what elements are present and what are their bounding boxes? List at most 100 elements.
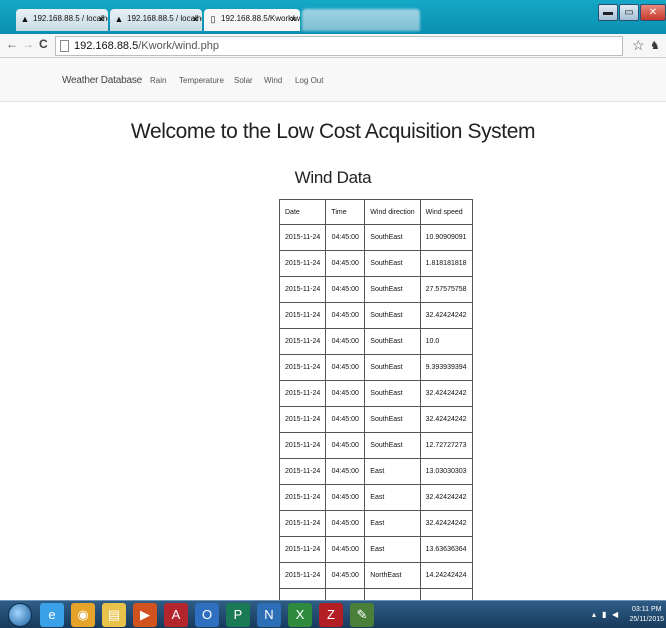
cell-date: 2015-11-24 [278, 458, 327, 485]
cell-time: 04:45:00 [325, 224, 366, 251]
cell-wind-speed: 9.393939394 [419, 354, 473, 381]
bookmark-star-icon[interactable]: ☆ [632, 37, 645, 54]
browser-toolbar: ← → C 192.168.88.5/Kwork/wind.php [0, 34, 666, 58]
cell-wind-direction: East [364, 510, 421, 537]
site-navbar: Weather Database Rain Temperature Solar … [0, 58, 666, 102]
table-body: 2015-11-24 04:45:00 SouthEast 10.90909091 20… [278, 224, 473, 600]
table-row: 2015-11-24 04:45:00 SouthEast 32.42424242 [278, 406, 473, 433]
cell-wind-direction: SouthEast [364, 224, 421, 251]
cell-wind-speed: 1.818181818 [419, 250, 473, 277]
cell-wind-speed: 32.42424242 [419, 510, 473, 537]
cell-wind-direction: NorthEast [364, 562, 421, 589]
table-row: 2015-11-24 04:45:00 East 13.03030303 [278, 458, 473, 485]
cell-date: 2015-11-24 [278, 432, 327, 459]
phpmyadmin-favicon-icon: ▲ [20, 14, 30, 24]
tab-close-icon[interactable]: × [193, 9, 198, 29]
filezilla-icon[interactable]: Z [319, 603, 343, 627]
network-icon[interactable]: ▮ [602, 610, 606, 619]
brand-link[interactable]: Weather Database [62, 75, 142, 86]
header-date: Date [278, 199, 327, 225]
cell-time: 04:45:00 [325, 276, 366, 303]
cell-time: 04:45:00 [325, 302, 366, 329]
tab-title: 192.168.88.5 / localhost / [127, 14, 202, 23]
cell-date: 2015-11-24 [278, 536, 327, 563]
access-icon[interactable]: A [164, 603, 188, 627]
section-title: Wind Data [294, 168, 372, 187]
cell-wind-speed: 12.72727273 [419, 432, 473, 459]
nav-wind[interactable]: Wind [264, 76, 282, 85]
table-row: 2015-11-24 04:45:00 SouthEast 1.818181818 [278, 250, 473, 277]
media-player-icon[interactable]: ▶ [133, 603, 157, 627]
tab-localhost-2[interactable]: ▲ 192.168.88.5 / localhost / × [110, 9, 202, 31]
cell-wind-speed: 10.0 [419, 328, 473, 355]
chrome-icon[interactable]: ◉ [71, 603, 95, 627]
onenote-icon[interactable]: N [257, 603, 281, 627]
extension-icon[interactable]: ♞ [650, 39, 660, 52]
back-button[interactable]: ← [6, 37, 18, 51]
windows-taskbar: e ◉ ▤ ▶ A O P N X Z ✎ ▴ ▮ ◀ 03:11 PM 25/11/2015 [0, 600, 666, 628]
table-row: 2015-11-24 04:45:00 SouthEast 27.57575758 [278, 276, 473, 303]
tool-icon[interactable]: ✎ [350, 603, 374, 627]
clock[interactable]: 03:11 PM 25/11/2015 [629, 605, 664, 625]
table-row: 2015-11-24 04:45:00 SouthEast 32.42424242 [278, 302, 473, 329]
browser-tabstrip: ▲ 192.168.88.5 / localhost / × ▲ 192.168… [0, 0, 666, 34]
screen: ▲ 192.168.88.5 / localhost / × ▲ 192.168… [0, 0, 666, 628]
tab-localhost-1[interactable]: ▲ 192.168.88.5 / localhost / × [16, 9, 108, 31]
reload-button[interactable]: C [39, 37, 48, 51]
cell-time: 04:45:00 [325, 328, 366, 355]
cell-date: 2015-11-24 [278, 406, 327, 433]
cell-time: 04:45:00 [325, 406, 366, 433]
cell-time: 04:45:00 [325, 250, 366, 277]
cell-wind-direction: SouthEast [364, 432, 421, 459]
nav-rain[interactable]: Rain [150, 76, 166, 85]
cell-date [278, 588, 327, 600]
new-tab-area[interactable] [302, 9, 420, 31]
nav-solar[interactable]: Solar [234, 76, 253, 85]
table-row: 2015-11-24 04:45:00 SouthEast 10.90909091 [278, 224, 473, 251]
cell-wind-direction: SouthEast [364, 328, 421, 355]
cell-date: 2015-11-24 [278, 510, 327, 537]
page-favicon-icon: ▯ [210, 14, 216, 24]
cell-wind-speed: 13.03030303 [419, 458, 473, 485]
table-row: 2015-11-24 04:45:00 NorthEast 14.24242424 [278, 562, 473, 589]
tab-wind-active[interactable]: ▯ 192.168.88.5/Kwork/wind × [204, 9, 300, 31]
header-wind-direction: Wind direction [364, 199, 421, 225]
start-button[interactable] [8, 603, 32, 627]
maximize-button[interactable]: ▭ [619, 4, 639, 21]
nav-temperature[interactable]: Temperature [179, 76, 224, 85]
cell-wind-direction: SouthEast [364, 354, 421, 381]
cell-wind-direction: SouthEast [364, 302, 421, 329]
outlook-icon[interactable]: O [195, 603, 219, 627]
ie-icon[interactable]: e [40, 603, 64, 627]
table-row: 2015-11-24 04:45:00 SouthEast 12.72727273 [278, 432, 473, 459]
cell-date: 2015-11-24 [278, 380, 327, 407]
cell-date: 2015-11-24 [278, 354, 327, 381]
cell-time: 04:45:00 [325, 484, 366, 511]
cell-wind-speed: 10.90909091 [419, 224, 473, 251]
forward-button[interactable]: → [22, 37, 34, 51]
tray-arrow-icon[interactable]: ▴ [592, 610, 596, 619]
table-row: 2015-11-24 04:45:00 SouthEast 9.393939394 [278, 354, 473, 381]
folder-icon[interactable]: ▤ [102, 603, 126, 627]
cell-time: 04:45:00 [325, 536, 366, 563]
table-row: 2015-11-24 04:45:00 SouthEast 10.0 [278, 328, 473, 355]
header-wind-speed: Wind speed [419, 199, 473, 225]
phpmyadmin-favicon-icon: ▲ [114, 14, 124, 24]
excel-icon[interactable]: X [288, 603, 312, 627]
nav-logout[interactable]: Log Out [295, 76, 323, 85]
close-window-button[interactable]: ✕ [640, 4, 666, 21]
cell-date: 2015-11-24 [278, 250, 327, 277]
system-tray: ▴ ▮ ◀ 03:11 PM 25/11/2015 [586, 601, 666, 628]
cell-wind-speed: 32.42424242 [419, 406, 473, 433]
cell-date: 2015-11-24 [278, 276, 327, 303]
cell-wind-direction: SouthEast [364, 250, 421, 277]
table-row [278, 588, 473, 600]
publisher-icon[interactable]: P [226, 603, 250, 627]
minimize-button[interactable]: ▬ [598, 4, 618, 21]
url-host: 192.168.88.5 [74, 40, 139, 52]
tab-close-icon[interactable]: × [99, 9, 104, 29]
cell-wind-direction [364, 588, 421, 600]
volume-icon[interactable]: ◀ [612, 610, 618, 619]
tab-close-icon[interactable]: × [291, 9, 296, 29]
address-bar[interactable]: 192.168.88.5/Kwork/wind.php [55, 36, 623, 56]
